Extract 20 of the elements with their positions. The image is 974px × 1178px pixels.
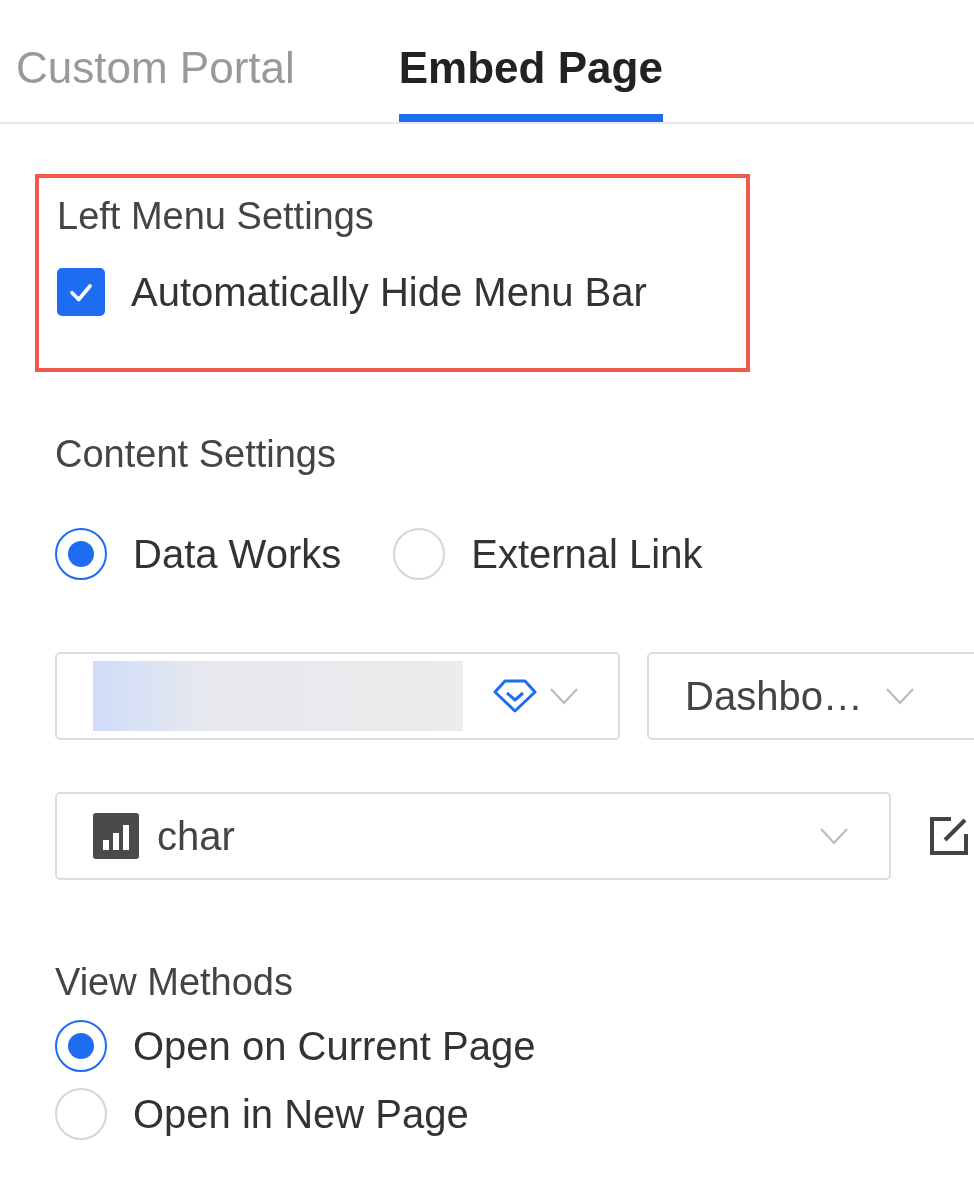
radio-label[interactable]: Data Works [133,531,342,577]
caret-icon [884,687,915,705]
diamond-icon [493,678,537,714]
checkbox-label[interactable]: Automatically Hide Menu Bar [131,269,647,315]
radio-label[interactable]: External Link [471,531,703,577]
section-title: Content Settings [55,432,337,476]
tab[interactable]: Embed Page [398,0,663,122]
chart-select[interactable]: char [55,792,891,880]
radio-button[interactable] [55,528,107,580]
radio-label[interactable]: Open on Current Page [133,1023,536,1069]
section-title: Left Menu Settings [57,194,375,238]
section-title: View Methods [55,960,294,1004]
edit-icon[interactable] [929,816,969,856]
radio-button[interactable] [55,1020,107,1072]
caret-icon [549,687,579,705]
checkbox[interactable] [57,268,105,316]
caret-icon [819,827,849,845]
radio-label[interactable]: Open in New Page [133,1091,469,1137]
bar-chart-icon [93,813,139,859]
type-select[interactable]: Dashbo… [647,652,974,740]
